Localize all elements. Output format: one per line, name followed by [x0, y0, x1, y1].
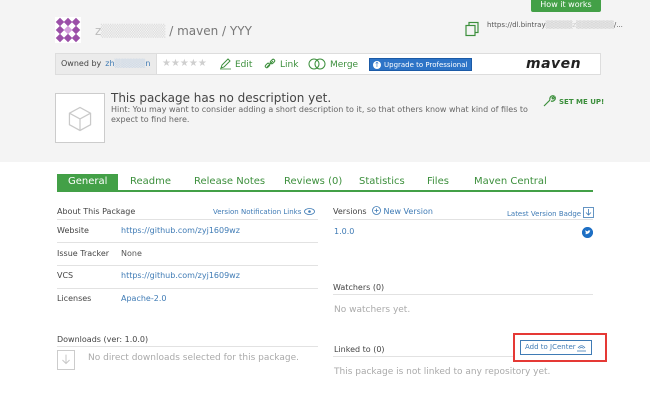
about-title: About This Package	[57, 207, 136, 216]
vcs-link[interactable]: https://github.com/zyj1609wz	[121, 271, 240, 280]
issue-tracker-value: None	[121, 249, 142, 258]
divider	[57, 265, 318, 266]
edit-icon	[220, 58, 231, 70]
eye-icon	[303, 208, 315, 215]
row-label-website: Website	[57, 226, 89, 235]
plus-circle-icon	[372, 206, 381, 215]
divider	[333, 219, 593, 220]
set-me-up-button[interactable]: SET ME UP!	[542, 95, 604, 108]
version-item[interactable]: 1.0.0	[334, 227, 354, 236]
add-to-jcenter-button[interactable]: Add to JCenter	[520, 340, 592, 355]
version-notification-link[interactable]: Version Notification Links	[213, 208, 315, 216]
owner-avatar[interactable]	[55, 17, 81, 43]
merge-button[interactable]: Merge	[307, 58, 358, 70]
badge-download-icon	[583, 207, 595, 218]
tab-statistics[interactable]: Statistics	[359, 176, 405, 187]
divider	[333, 294, 593, 295]
description-hint: Hint: You may want to consider adding a …	[111, 105, 528, 124]
how-it-works-button[interactable]: How it works	[531, 0, 601, 12]
tab-reviews[interactable]: Reviews (0)	[284, 176, 342, 187]
package-toolbar: Owned by zh▒▒▒▒▒n ★★★★★ Edit Link Merge ↑…	[55, 53, 601, 75]
divider	[57, 288, 318, 289]
maven-logo: maven	[526, 56, 582, 72]
linked-empty: This package is not linked to any reposi…	[334, 367, 551, 377]
breadcrumb-path[interactable]: / maven / YYY	[169, 24, 252, 38]
link-button[interactable]: Link	[264, 58, 298, 70]
description-title: This package has no description yet.	[111, 91, 332, 105]
merge-icon	[308, 58, 326, 70]
edit-button[interactable]: Edit	[219, 58, 252, 70]
twitter-icon[interactable]	[582, 227, 593, 238]
tab-files[interactable]: Files	[427, 176, 449, 187]
downloads-empty: No direct downloads selected for this pa…	[88, 353, 299, 363]
tab-general[interactable]: General	[57, 174, 119, 190]
owned-by: Owned by zh▒▒▒▒▒n	[56, 54, 157, 74]
owner-link[interactable]: zh▒▒▒▒▒n	[105, 59, 150, 68]
download-icon	[57, 350, 75, 370]
upgrade-icon: ↑	[373, 61, 381, 69]
divider	[57, 219, 318, 220]
row-label-issue-tracker: Issue Tracker	[57, 249, 110, 258]
divider	[57, 346, 318, 347]
jcenter-icon	[577, 345, 586, 352]
website-link[interactable]: https://github.com/zyj1609wz	[121, 226, 240, 235]
copy-icon[interactable]	[464, 21, 480, 37]
download-url[interactable]: https://dl.bintray▒▒▒▒▒z▒▒▒▒▒▒▒/...	[487, 21, 623, 29]
row-label-vcs: VCS	[57, 271, 74, 280]
wrench-icon	[543, 95, 556, 107]
breadcrumb: z▒▒▒▒▒▒▒ / maven / YYY	[95, 24, 252, 38]
package-icon	[55, 93, 105, 143]
tab-maven-central[interactable]: Maven Central	[474, 176, 547, 187]
row-label-licenses: Licenses	[57, 294, 92, 303]
watchers-empty: No watchers yet.	[334, 305, 411, 315]
versions-title: Versions	[333, 207, 367, 216]
latest-version-badge-link[interactable]: Latest Version Badge	[507, 207, 595, 218]
rating-stars[interactable]: ★★★★★	[162, 58, 207, 69]
linked-title: Linked to (0)	[334, 345, 385, 354]
watchers-title: Watchers (0)	[333, 283, 385, 292]
downloads-title: Downloads (ver: 1.0.0)	[57, 335, 149, 344]
new-version-button[interactable]: New Version	[372, 206, 433, 216]
license-link[interactable]: Apache-2.0	[121, 294, 166, 303]
upgrade-button[interactable]: ↑ Upgrade to Professional	[369, 58, 473, 71]
tab-release-notes[interactable]: Release Notes	[194, 176, 265, 187]
tab-readme[interactable]: Readme	[130, 176, 171, 187]
link-icon	[264, 58, 276, 69]
divider	[57, 242, 318, 243]
divider	[333, 356, 513, 357]
package-tabs: General Readme Release Notes Reviews (0)…	[57, 174, 593, 192]
